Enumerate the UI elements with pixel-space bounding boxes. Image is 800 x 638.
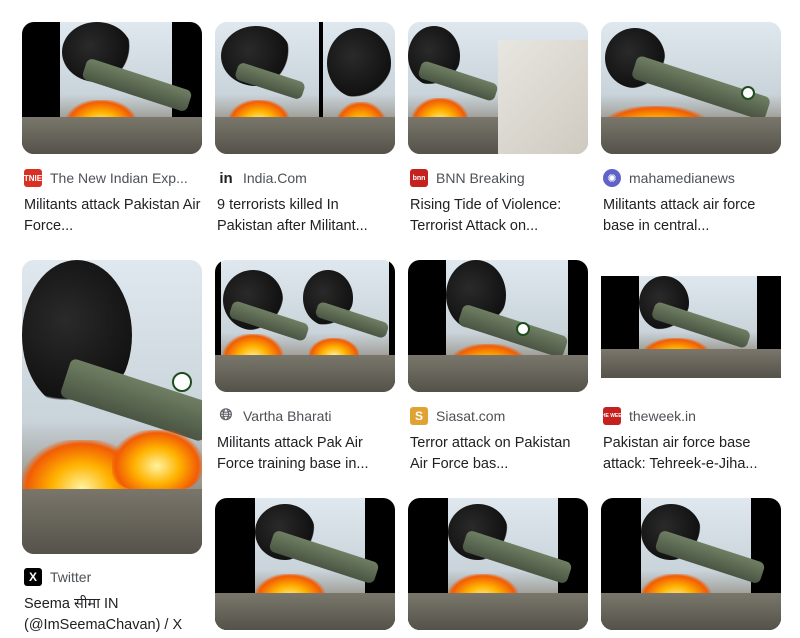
result-thumbnail[interactable] (601, 22, 781, 154)
source-name: Siasat.com (436, 408, 506, 424)
india-com-favicon-icon: in (219, 169, 233, 187)
globe-icon: ✺ (603, 169, 621, 187)
result-title[interactable]: Militants attack Pak Air Force training … (217, 433, 395, 475)
result-source[interactable]: in India.Com (217, 169, 395, 187)
result-thumbnail[interactable] (215, 22, 395, 154)
result-source[interactable]: S Siasat.com (410, 407, 588, 425)
result-thumbnail[interactable] (408, 22, 588, 154)
result-title[interactable]: Pakistan air force base attack: Tehreek-… (603, 433, 781, 475)
result-title[interactable]: Terror attack on Pakistan Air Force bas.… (410, 433, 588, 475)
globe-icon: 🌐︎ (219, 407, 233, 424)
result-thumbnail[interactable] (215, 260, 395, 392)
result-title[interactable]: Rising Tide of Violence: Terrorist Attac… (410, 195, 588, 237)
bnn-favicon-icon: bnn (410, 169, 428, 187)
result-thumbnail[interactable] (215, 498, 395, 630)
result-source[interactable]: X Twitter (24, 568, 202, 586)
x-logo-icon: X (24, 568, 42, 586)
tnie-favicon-icon: TNIE (24, 169, 42, 187)
source-name: BNN Breaking (436, 170, 525, 186)
source-name: The New Indian Exp... (50, 170, 188, 186)
result-source[interactable]: 🌐︎ Vartha Bharati (217, 407, 395, 425)
source-name: India.Com (243, 170, 307, 186)
result-thumbnail[interactable] (22, 260, 202, 554)
result-thumbnail[interactable] (408, 498, 588, 630)
source-name: Twitter (50, 569, 92, 585)
result-source[interactable]: bnn BNN Breaking (410, 169, 588, 187)
result-source[interactable]: THE WEEK theweek.in (603, 407, 781, 425)
result-title[interactable]: Militants attack Pakistan Air Force... (24, 195, 202, 237)
result-title[interactable]: Militants attack air force base in centr… (603, 195, 781, 237)
siasat-favicon-icon: S (410, 407, 428, 425)
result-source[interactable]: ✺ mahamedianews (603, 169, 781, 187)
source-name: mahamedianews (629, 170, 735, 186)
result-title[interactable]: 9 terrorists killed In Pakistan after Mi… (217, 195, 395, 237)
result-thumbnail[interactable] (601, 498, 781, 630)
result-source[interactable]: TNIE The New Indian Exp... (24, 169, 202, 187)
result-title[interactable]: Seema सीमा IN (@ImSeemaChavan) / X (24, 594, 202, 636)
result-thumbnail[interactable] (408, 260, 588, 392)
theweek-favicon-icon: THE WEEK (603, 407, 625, 425)
result-thumbnail[interactable] (22, 22, 202, 154)
source-name: Vartha Bharati (243, 408, 332, 424)
result-thumbnail[interactable] (601, 260, 781, 392)
source-name: theweek.in (629, 408, 696, 424)
